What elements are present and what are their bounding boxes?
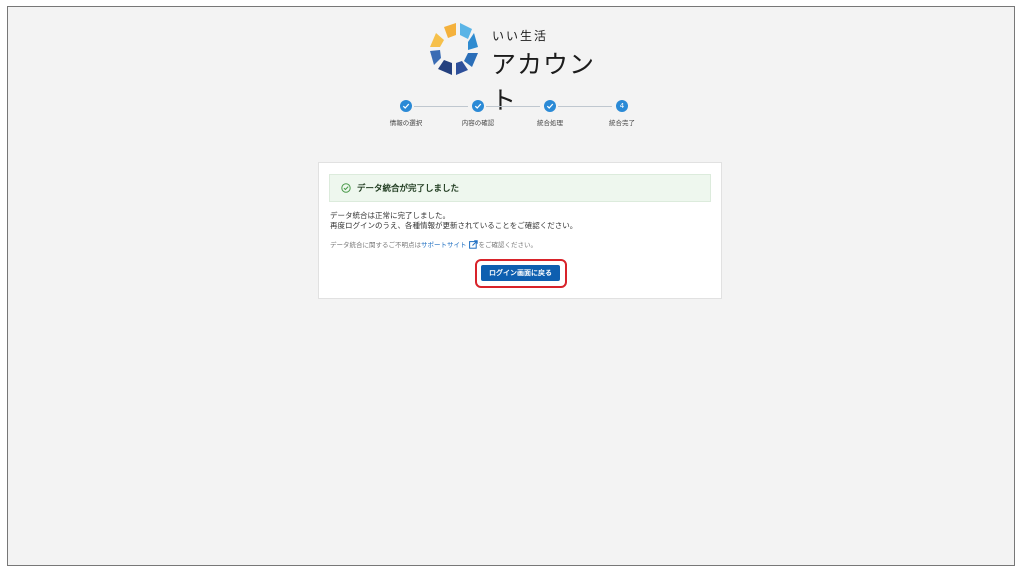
banner-message: データ統合が完了しました — [357, 184, 460, 194]
check-icon — [472, 100, 484, 112]
progress-stepper: 情報の選択 内容の確認 統合処理 4 統合完了 — [386, 98, 656, 138]
step-label: 統合完了 — [609, 119, 635, 127]
note-prefix: データ統合に関するご不明点は — [330, 241, 421, 249]
step-label: 内容の確認 — [461, 119, 495, 127]
logo-mark-icon — [430, 23, 478, 75]
app-logo: いい生活 アカウント — [428, 23, 618, 115]
check-icon — [400, 100, 412, 112]
message-line-2: 再度ログインのうえ、各種情報が更新されていることをご確認ください。 — [330, 221, 578, 230]
return-to-login-button[interactable]: ログイン画面に戻る — [481, 265, 560, 281]
step-number: 4 — [616, 100, 628, 112]
completion-message: データ統合は正常に完了しました。 再度ログインのうえ、各種情報が更新されているこ… — [330, 211, 577, 231]
support-site-link[interactable]: サポートサイト — [421, 241, 467, 249]
logo-subtitle: いい生活 — [492, 29, 549, 43]
check-icon — [544, 100, 556, 112]
page-frame: いい生活 アカウント 情報の選択 内容の確認 統合処理 4 統合完了 データ統合… — [7, 6, 1015, 566]
step-4: 4 統合完了 — [592, 98, 652, 127]
step-1: 情報の選択 — [376, 98, 436, 127]
step-label: 統合処理 — [537, 119, 563, 127]
completion-card: データ統合が完了しました データ統合は正常に完了しました。 再度ログインのうえ、… — [318, 162, 722, 299]
message-line-1: データ統合は正常に完了しました。 — [330, 211, 450, 220]
external-link-icon[interactable] — [468, 240, 478, 249]
step-3: 統合処理 — [520, 98, 580, 127]
check-circle-icon — [341, 183, 351, 193]
success-banner: データ統合が完了しました — [329, 174, 711, 202]
highlight-outline: ログイン画面に戻る — [475, 259, 567, 288]
note-suffix: をご確認ください。 — [478, 241, 538, 249]
support-note: データ統合に関するご不明点はサポートサイト をご確認ください。 — [330, 239, 537, 249]
step-label: 情報の選択 — [389, 119, 423, 127]
step-2: 内容の確認 — [448, 98, 508, 127]
